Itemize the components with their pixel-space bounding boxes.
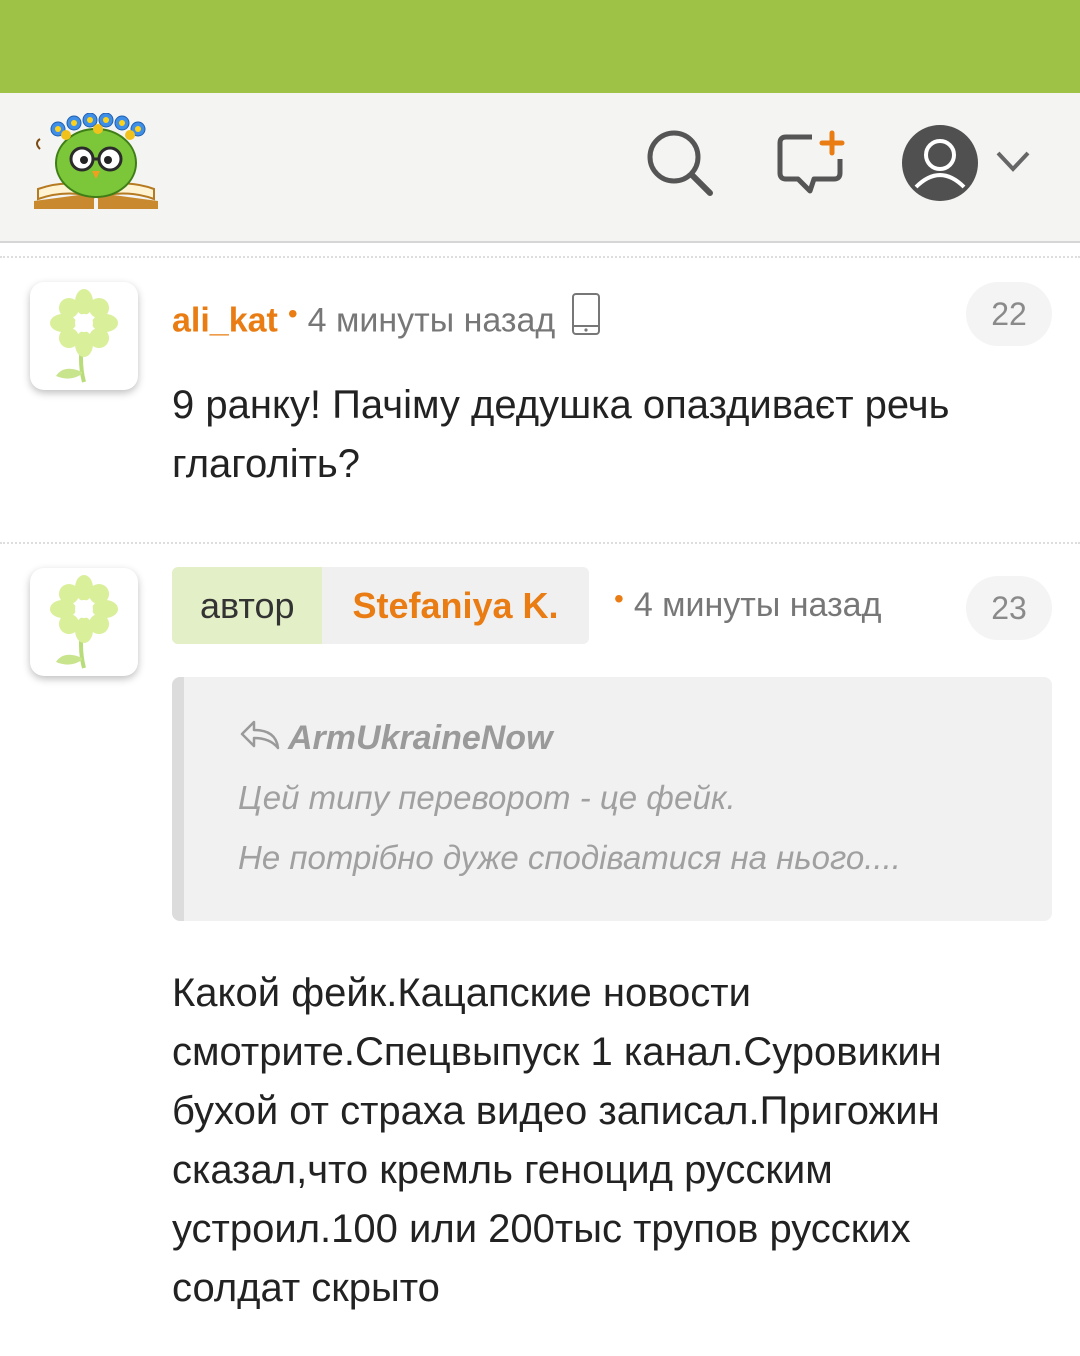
flower-avatar-icon[interactable] — [30, 568, 138, 676]
owl-on-book-logo[interactable] — [30, 112, 162, 213]
comment-meta: • 4 минуты назад — [604, 583, 882, 625]
comment-rating[interactable]: 22 — [966, 282, 1052, 346]
comment-text-line: сказал,что кремль геноцид русским — [172, 1148, 833, 1192]
mobile-phone-icon — [571, 292, 601, 345]
chevron-down-icon[interactable] — [992, 145, 1034, 179]
reply-arrow-icon — [238, 718, 282, 759]
status-bar — [0, 0, 1080, 93]
author-role-label: автор — [172, 567, 323, 644]
separator-dot: • — [614, 583, 624, 614]
quoted-reply[interactable]: ArmUkraineNow Цей типу переворот - це фе… — [172, 677, 1052, 921]
comment-time: 4 минуты назад — [633, 586, 882, 624]
comment-text-line: устроил.100 или 200тыс трупов русских — [172, 1207, 911, 1251]
comment-text-line: Какой фейк.Кацапские новости — [172, 971, 751, 1015]
user-avatar-icon[interactable] — [900, 123, 980, 203]
comment-meta: ali_kat • 4 минуты назад — [172, 293, 601, 349]
comment-username[interactable]: Stefaniya K. — [322, 567, 589, 644]
author-badge[interactable]: автор Stefaniya K. — [172, 567, 589, 644]
comment-rating[interactable]: 23 — [966, 576, 1052, 640]
comment-divider — [0, 256, 1080, 258]
new-comment-icon[interactable] — [772, 129, 852, 199]
comment-text-line: смотрите.Спецвыпуск 1 канал.Суровикин — [172, 1030, 942, 1074]
quote-author: ArmUkraineNow — [238, 719, 553, 761]
quote-text-line: Не потрібно дуже сподіватися на нього...… — [238, 839, 901, 876]
search-icon[interactable] — [640, 127, 720, 199]
quote-author-name: ArmUkraineNow — [288, 719, 553, 757]
comment-text-line: глаголіть? — [172, 442, 361, 486]
app-header — [0, 93, 1080, 243]
separator-dot: • — [287, 298, 298, 330]
comment-username[interactable]: ali_kat — [172, 301, 278, 339]
comment-divider — [0, 542, 1080, 544]
flower-avatar-icon[interactable] — [30, 282, 138, 390]
comment-text: Какой фейк.Кацапские новости смотрите.Сп… — [172, 964, 1052, 1318]
comment-text-line: солдат скрыто — [172, 1266, 440, 1310]
comment-time: 4 минуты назад — [307, 301, 556, 340]
comment-text-line: бухой от страха видео записал.Пригожин — [172, 1089, 940, 1133]
quote-text-line: Цей типу переворот - це фейк. — [238, 779, 736, 816]
comment-text-line: 9 ранку! Пачіму дедушка опаздиваєт речь — [172, 383, 950, 427]
comment-text: 9 ранку! Пачіму дедушка опаздиваєт речь … — [172, 376, 1052, 494]
